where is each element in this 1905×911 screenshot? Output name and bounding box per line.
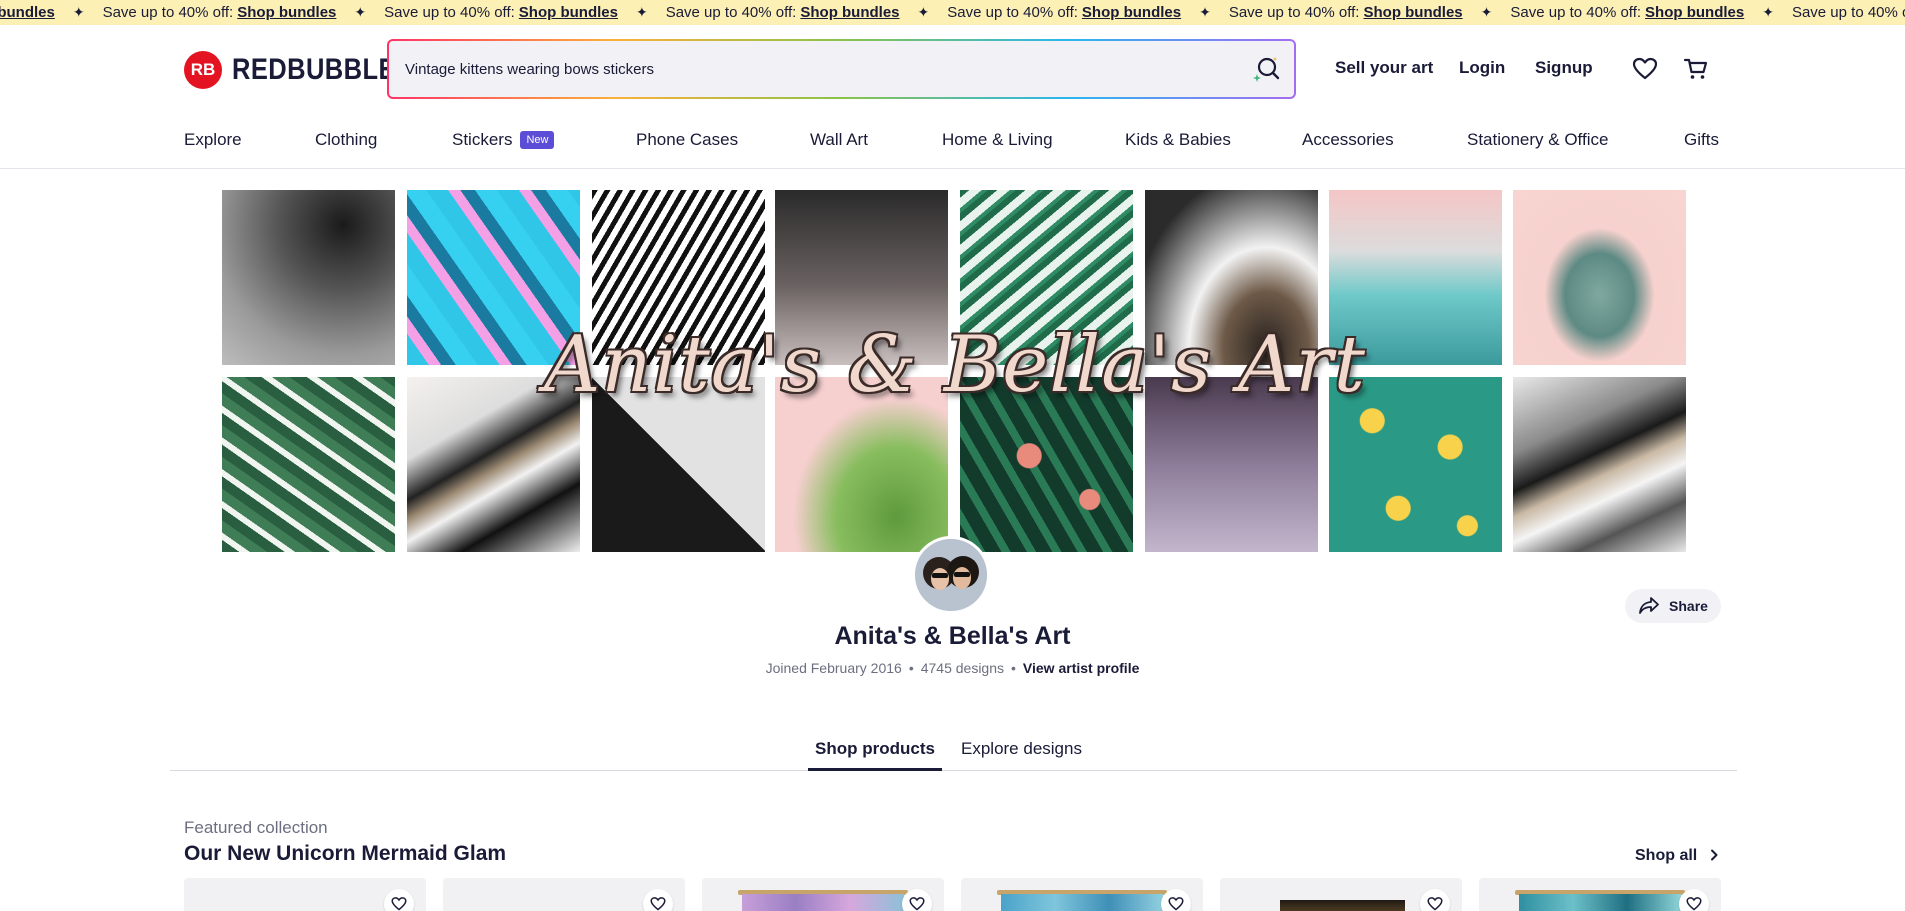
promo-item: ✦ Save up to 40% off: Shop bundles (1481, 0, 1745, 25)
site-header: RB REDBUBBLE Vintage kittens wearing bow… (0, 25, 1905, 115)
category-nav: Explore Clothing Stickers New Phone Cases… (0, 115, 1905, 169)
product-image (1519, 894, 1681, 911)
promo-text: Save up to 40% off: (1791, 4, 1905, 21)
product-card[interactable] (961, 878, 1203, 911)
promo-track: p bundles ✦Save up to 40% off:Shop bundl… (0, 0, 1905, 25)
sparkle-icon: ✦ (354, 4, 367, 20)
artist-cover-image: Anita's & Bella's Art (222, 190, 1688, 554)
favorite-button[interactable] (1161, 889, 1191, 911)
promo-link[interactable]: Shop bundles (1082, 0, 1181, 25)
nav-home-living[interactable]: Home & Living (942, 130, 1053, 150)
promo-item: ✦Save up to 40% off:Sh (1762, 0, 1905, 25)
nav-stickers[interactable]: Stickers New (452, 130, 555, 150)
sparkle-icon: ✦ (1762, 4, 1774, 20)
promo-item: ✦ Save up to 40% off: Shop bundles (636, 0, 900, 25)
sparkle-icon: ✦ (1199, 4, 1211, 20)
featured-collection-title: Our New Unicorn Mermaid Glam (184, 842, 507, 865)
product-card[interactable] (702, 878, 944, 911)
sparkle-icon: ✦ (635, 4, 648, 20)
promo-link[interactable]: Shop bundles (1363, 0, 1462, 25)
promo-item: ✦ Save up to 40% off: Shop bundles (1199, 0, 1463, 25)
heart-icon (909, 897, 925, 911)
search-bar[interactable]: Vintage kittens wearing bows stickers (387, 39, 1296, 99)
heart-icon (650, 897, 666, 911)
nav-wall-art[interactable]: Wall Art (810, 130, 868, 150)
promo-text: Save up to 40% off: (665, 4, 797, 21)
product-image (1280, 900, 1405, 911)
share-icon (1639, 597, 1659, 614)
tab-shop-products[interactable]: Shop products (808, 739, 942, 771)
product-card[interactable] (1479, 878, 1721, 911)
nav-phone-cases[interactable]: Phone Cases (636, 130, 738, 150)
heart-icon[interactable] (1632, 56, 1658, 82)
promo-text: Save up to 40% off: (1228, 4, 1360, 21)
promo-link[interactable]: Shop bundles (1645, 0, 1744, 25)
favorite-button[interactable] (643, 889, 673, 911)
search-input[interactable]: Vintage kittens wearing bows stickers (405, 61, 1252, 78)
favorite-button[interactable] (1679, 889, 1709, 911)
promo-link[interactable]: Shop bundles (800, 0, 899, 25)
nav-stickers-label: Stickers (452, 130, 513, 149)
favorite-button[interactable] (384, 889, 414, 911)
promo-link[interactable]: p bundles (0, 0, 55, 25)
product-card[interactable] (443, 878, 685, 911)
cart-icon[interactable] (1683, 56, 1709, 82)
nav-accessories[interactable]: Accessories (1302, 130, 1394, 150)
shop-all-label: Shop all (1635, 847, 1698, 864)
cover-title: Anita's & Bella's Art (544, 320, 1366, 410)
profile-tabs: Shop products Explore designs (170, 735, 1737, 771)
promo-link[interactable]: Shop bundles (519, 0, 618, 25)
heart-icon (1686, 897, 1702, 911)
promo-text: Save up to 40% off: (947, 4, 1078, 21)
promo-item: ✦ Save up to 40% off: Shop bundles (354, 0, 618, 25)
favorite-button[interactable] (1420, 889, 1450, 911)
promo-link[interactable]: Shop bundles (237, 0, 336, 25)
product-card[interactable] (184, 878, 426, 911)
heart-icon (391, 897, 407, 911)
promo-banner: p bundles ✦Save up to 40% off:Shop bundl… (0, 0, 1905, 25)
product-card[interactable] (1220, 878, 1462, 911)
sparkle-icon: ✦ (72, 4, 85, 20)
login-link[interactable]: Login (1459, 58, 1505, 78)
promo-text: Save up to 40% off: (384, 4, 515, 21)
promo-item: ✦ Save up to 40% off: Shop bundles (918, 0, 1182, 25)
tab-explore-designs[interactable]: Explore designs (961, 739, 1082, 771)
search-field[interactable]: Vintage kittens wearing bows stickers (389, 41, 1294, 97)
nav-kids-babies[interactable]: Kids & Babies (1125, 130, 1231, 150)
sell-your-art-link[interactable]: Sell your art (1335, 58, 1433, 78)
shop-all-link[interactable]: Shop all (1635, 847, 1720, 865)
logo-wordmark: REDBUBBLE (232, 53, 396, 86)
separator-dot: • (908, 660, 914, 676)
share-label: Share (1669, 598, 1708, 614)
share-button[interactable]: Share (1625, 589, 1721, 623)
promo-item: ✦ Save up to 40% off: Shop bundles (73, 0, 337, 25)
design-count: 4745 designs (920, 660, 1005, 676)
nav-gifts[interactable]: Gifts (1684, 130, 1719, 150)
new-badge: New (520, 131, 555, 149)
logo-mark: RB (184, 51, 222, 89)
chevron-right-icon (1710, 849, 1718, 861)
heart-icon (1427, 897, 1443, 911)
sparkle-icon: ✦ (1480, 4, 1493, 20)
nav-explore[interactable]: Explore (184, 130, 242, 150)
product-image (742, 894, 904, 911)
artist-meta: Joined February 2016 • 4745 designs • View a… (0, 660, 1905, 676)
favorite-button[interactable] (902, 889, 932, 911)
nav-stationery-office[interactable]: Stationery & Office (1467, 130, 1608, 150)
featured-collection-label: Featured collection (184, 818, 328, 837)
product-image (1001, 894, 1163, 911)
joined-date: Joined February 2016 (765, 660, 902, 676)
promo-text: Save up to 40% off: (102, 4, 234, 21)
search-icon[interactable] (1252, 55, 1280, 83)
avatar (912, 536, 990, 614)
nav-clothing[interactable]: Clothing (315, 130, 377, 150)
promo-text: Save up to 40% off: (1510, 4, 1642, 21)
separator-dot: • (1011, 660, 1016, 676)
sparkle-icon: ✦ (917, 4, 930, 20)
signup-link[interactable]: Signup (1535, 58, 1593, 78)
heart-icon (1168, 897, 1184, 911)
artist-name: Anita's & Bella's Art (834, 622, 1071, 650)
view-artist-profile-link[interactable]: View artist profile (1023, 660, 1139, 676)
